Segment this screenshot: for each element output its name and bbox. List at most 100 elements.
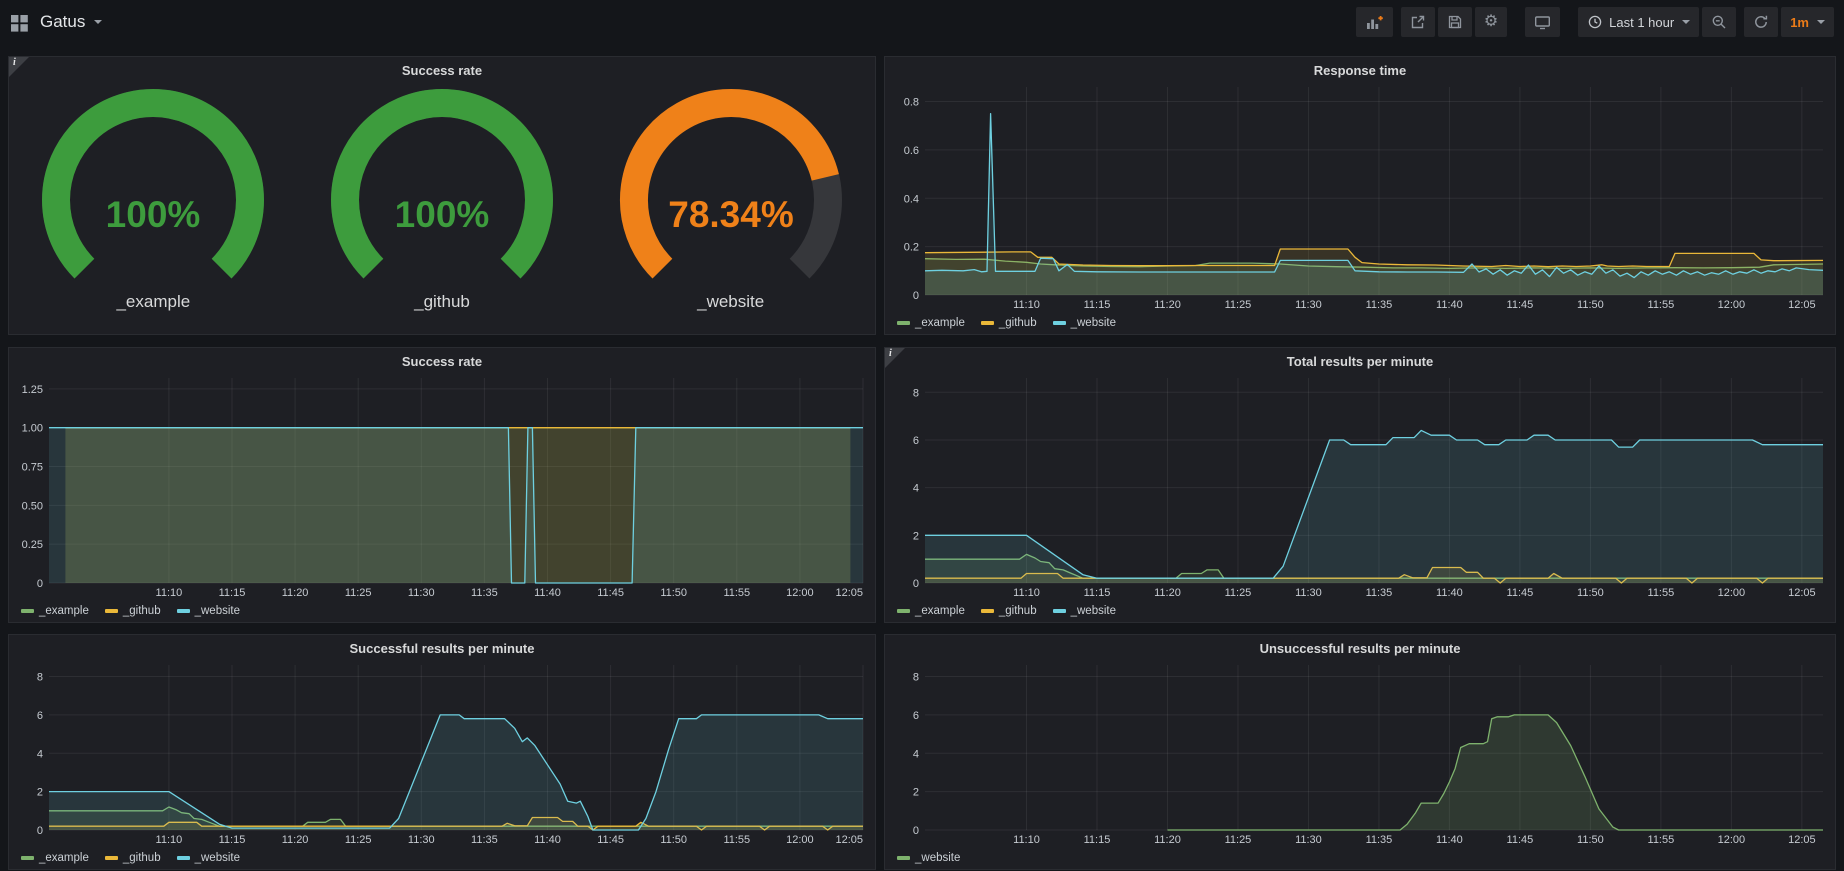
svg-text:8: 8 <box>913 387 919 399</box>
legend-item-_example[interactable]: _example <box>21 852 89 864</box>
legend-swatch <box>981 609 994 613</box>
legend-label: _website <box>195 605 240 617</box>
svg-text:11:30: 11:30 <box>408 834 435 846</box>
panel-title[interactable]: Response time <box>885 57 1835 80</box>
svg-text:0.4: 0.4 <box>904 193 919 205</box>
svg-text:4: 4 <box>37 748 43 760</box>
chart-success-rate[interactable]: 11:1011:1511:2011:2511:3011:3511:4011:45… <box>13 371 871 600</box>
share-button[interactable] <box>1401 7 1435 37</box>
legend-swatch <box>105 856 118 860</box>
chevron-down-icon[interactable] <box>94 20 102 24</box>
svg-text:11:20: 11:20 <box>1154 587 1181 599</box>
svg-text:11:25: 11:25 <box>345 587 372 599</box>
svg-text:6: 6 <box>913 435 919 447</box>
svg-text:11:35: 11:35 <box>1366 834 1393 846</box>
svg-text:0.75: 0.75 <box>22 462 43 474</box>
tv-mode-button[interactable] <box>1525 7 1560 37</box>
save-button[interactable] <box>1438 7 1472 37</box>
legend-label: _example <box>915 317 965 329</box>
svg-text:11:45: 11:45 <box>1507 299 1534 311</box>
svg-text:11:20: 11:20 <box>1154 834 1181 846</box>
legend: _example _github _website <box>9 847 875 869</box>
svg-text:11:30: 11:30 <box>1295 299 1322 311</box>
svg-text:12:05: 12:05 <box>1788 834 1816 846</box>
refresh-interval-button[interactable]: 1m <box>1781 7 1834 37</box>
svg-text:11:25: 11:25 <box>1225 834 1252 846</box>
svg-text:12:00: 12:00 <box>1718 587 1746 599</box>
legend-item-_example[interactable]: _example <box>897 605 965 617</box>
clock-icon <box>1587 14 1603 30</box>
svg-text:12:05: 12:05 <box>1788 587 1816 599</box>
svg-text:11:40: 11:40 <box>1436 834 1463 846</box>
svg-text:1.00: 1.00 <box>22 423 43 435</box>
panel-info-icon[interactable]: i <box>9 57 29 77</box>
svg-text:0.2: 0.2 <box>904 242 919 254</box>
gauge-arc: 100% <box>12 82 294 294</box>
svg-text:11:10: 11:10 <box>156 587 183 599</box>
time-range-button[interactable]: Last 1 hour <box>1578 7 1699 37</box>
plot: 11:1011:1511:2011:2511:3011:3511:4011:45… <box>889 80 1831 312</box>
refresh-icon <box>1753 14 1769 30</box>
chart-unsuccessful-results[interactable]: 11:1011:1511:2011:2511:3011:3511:4011:45… <box>889 658 1831 847</box>
panel-success-rate-gauges: i Success rate 100%_example100%_github78… <box>8 56 876 335</box>
dashboard-title[interactable]: Gatus <box>40 12 85 32</box>
legend-swatch <box>21 856 34 860</box>
svg-text:11:45: 11:45 <box>1507 834 1534 846</box>
panel-title[interactable]: Success rate <box>9 348 875 371</box>
svg-text:11:45: 11:45 <box>597 834 624 846</box>
legend-item-_github[interactable]: _github <box>981 317 1037 329</box>
chart-response-time[interactable]: 11:1011:1511:2011:2511:3011:3511:4011:45… <box>889 80 1831 312</box>
legend-label: _github <box>123 852 161 864</box>
svg-text:12:05: 12:05 <box>835 587 863 599</box>
add-panel-button[interactable] <box>1356 7 1393 37</box>
svg-text:0: 0 <box>37 578 43 590</box>
svg-text:12:05: 12:05 <box>835 834 863 846</box>
legend-item-_website[interactable]: _website <box>177 852 240 864</box>
gauge-arc: 100% <box>301 82 583 294</box>
svg-text:0.8: 0.8 <box>904 97 919 109</box>
chart-successful-results[interactable]: 11:1011:1511:2011:2511:3011:3511:4011:45… <box>13 658 871 847</box>
svg-text:11:15: 11:15 <box>219 587 246 599</box>
settings-button[interactable]: ⚙ <box>1475 7 1507 37</box>
chart-total-results[interactable]: 11:1011:1511:2011:2511:3011:3511:4011:45… <box>889 371 1831 600</box>
gauge-_github: 100%_github <box>298 82 587 334</box>
svg-text:0: 0 <box>37 825 43 837</box>
panel-title[interactable]: Unsuccessful results per minute <box>885 635 1835 658</box>
panel-title[interactable]: Total results per minute <box>885 348 1835 371</box>
svg-text:11:40: 11:40 <box>534 834 561 846</box>
legend-item-_website[interactable]: _website <box>177 605 240 617</box>
add-panel-icon <box>1365 14 1384 31</box>
svg-text:6: 6 <box>913 710 919 722</box>
legend-swatch <box>897 321 910 325</box>
legend-item-_example[interactable]: _example <box>897 317 965 329</box>
svg-text:4: 4 <box>913 483 919 495</box>
legend-item-_website[interactable]: _website <box>897 852 960 864</box>
gauges: 100%_example100%_github78.34%_website <box>9 80 875 334</box>
legend-item-_website[interactable]: _website <box>1053 317 1116 329</box>
panel-title[interactable]: Success rate <box>9 57 875 80</box>
gauge-_website: 78.34%_website <box>586 82 875 334</box>
legend-item-_github[interactable]: _github <box>105 605 161 617</box>
gauge-arc: 78.34% <box>590 82 872 294</box>
zoom-out-button[interactable] <box>1702 7 1736 37</box>
svg-text:11:50: 11:50 <box>660 587 687 599</box>
legend-item-_website[interactable]: _website <box>1053 605 1116 617</box>
svg-text:11:40: 11:40 <box>1436 587 1463 599</box>
panel-info-icon[interactable]: i <box>885 348 905 368</box>
panel-total-results: i Total results per minute 11:1011:1511:… <box>884 347 1836 623</box>
panel-title[interactable]: Successful results per minute <box>9 635 875 658</box>
dashboards-grid-icon[interactable] <box>10 13 29 32</box>
legend-item-_example[interactable]: _example <box>21 605 89 617</box>
svg-text:0: 0 <box>913 578 919 590</box>
svg-text:11:10: 11:10 <box>1013 834 1040 846</box>
plot: 11:1011:1511:2011:2511:3011:3511:4011:45… <box>13 658 871 847</box>
svg-text:2: 2 <box>913 787 919 799</box>
svg-text:11:25: 11:25 <box>1225 587 1252 599</box>
panel-response-time: Response time 11:1011:1511:2011:2511:301… <box>884 56 1836 335</box>
legend-item-_github[interactable]: _github <box>105 852 161 864</box>
legend-swatch <box>105 609 118 613</box>
svg-text:11:30: 11:30 <box>1295 834 1322 846</box>
legend-item-_github[interactable]: _github <box>981 605 1037 617</box>
svg-text:6: 6 <box>37 710 43 722</box>
refresh-button[interactable] <box>1744 7 1778 37</box>
